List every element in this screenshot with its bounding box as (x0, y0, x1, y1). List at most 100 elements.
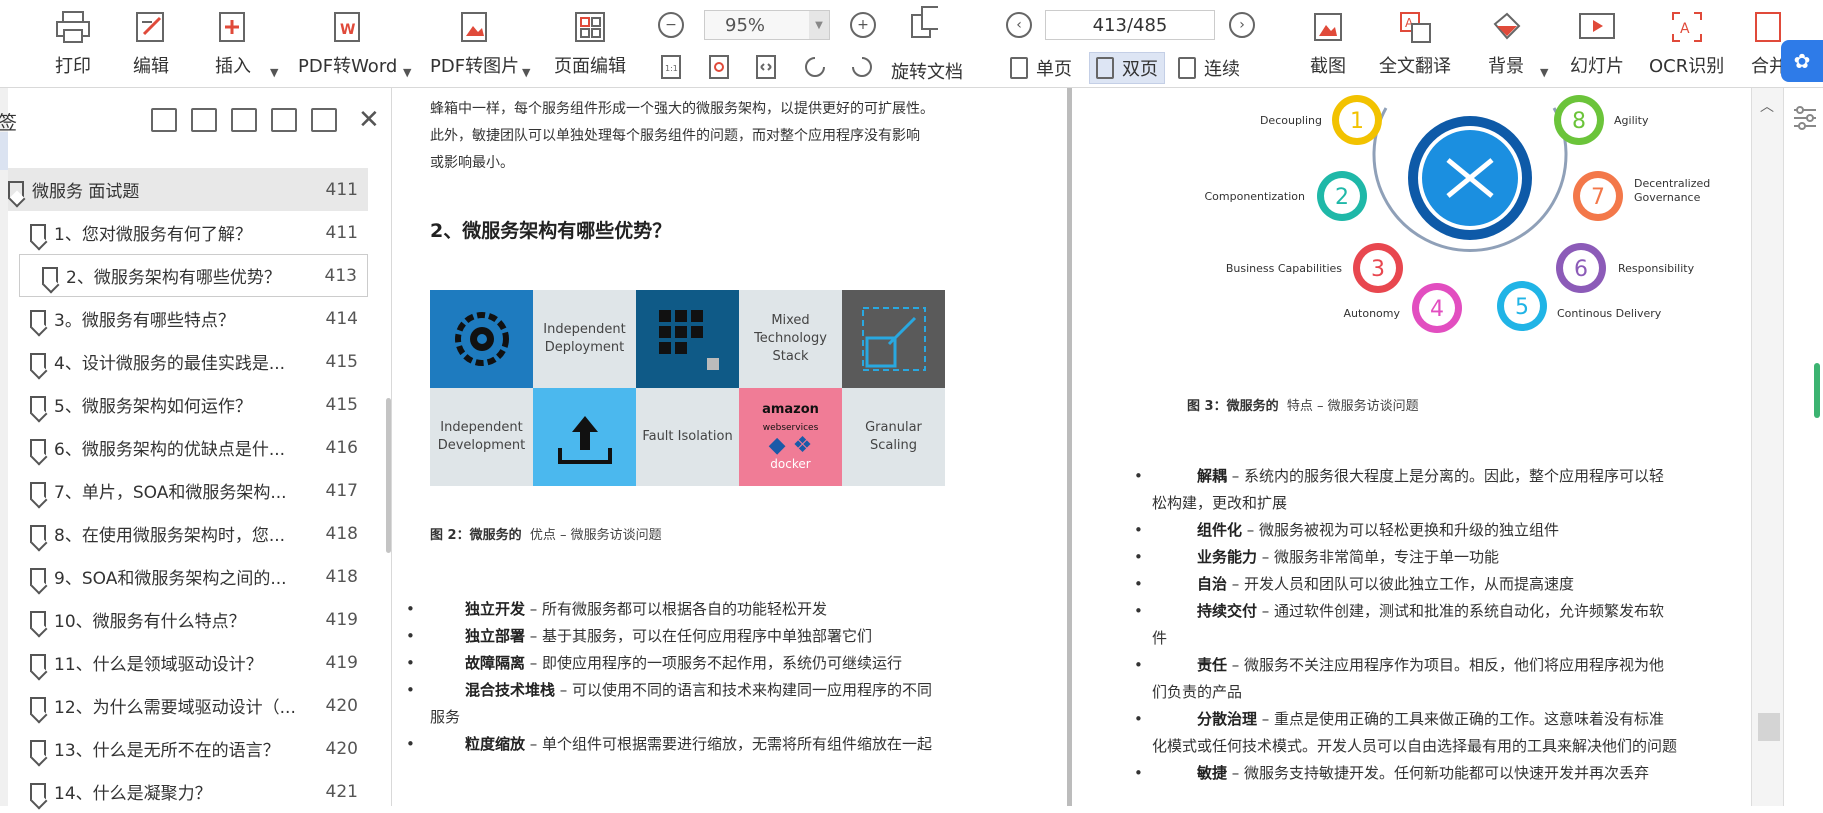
close-icon[interactable]: ✕ (358, 105, 380, 135)
pdf-to-image-button[interactable]: PDF转图片 (430, 8, 519, 78)
delete-icon[interactable] (311, 108, 337, 132)
rotate-doc-icon[interactable] (910, 6, 938, 38)
characteristic-label: Responsibility (1618, 262, 1695, 275)
bookmark-item[interactable]: 6、微服务架构的优缺点是什... 416 (8, 426, 368, 469)
docker-logo: docker (770, 457, 811, 471)
full-translate-button[interactable]: A 全文翻译 (1379, 8, 1451, 78)
single-page-button[interactable]: 单页 (1004, 52, 1078, 84)
characteristic-label: Continous Delivery (1557, 307, 1662, 320)
bookmark-panel-tab[interactable] (0, 132, 8, 170)
bookmark-item-selected[interactable]: 2、微服务架构有哪些优势？ 413 (19, 254, 368, 297)
page-grid-icon (571, 8, 609, 46)
bookmark-icon (30, 739, 46, 758)
toolbar: 打印 编辑 插入 ▼ W PDF转Word ▼ PDF转图片 ▼ 页面编辑 − … (0, 0, 1823, 88)
insert-dropdown-icon[interactable]: ▼ (270, 66, 278, 79)
characteristic-label: Business Capabilities (1226, 262, 1342, 275)
bookmark-icon (30, 438, 46, 457)
bookmark-item[interactable]: 9、SOA和微服务架构之间的... 418 (8, 555, 368, 598)
bookmark-page: 420 (325, 738, 358, 759)
remove-bookmark-icon[interactable] (271, 108, 297, 132)
advantages-figure: Independent Deployment Mixed Technology … (430, 290, 950, 486)
prev-page-icon[interactable]: ‹ (1006, 12, 1032, 38)
pdf-to-image-dropdown-icon[interactable]: ▼ (522, 66, 530, 79)
bullet-dot: • (1134, 467, 1143, 485)
list-item: • 业务能力 – 微服务非常简单，专注于单一功能 (1134, 544, 1712, 571)
next-page-icon[interactable]: › (1229, 12, 1255, 38)
fit-page-icon[interactable] (705, 53, 733, 81)
bookmark-item[interactable]: 微服务 面试题 411 (8, 168, 368, 211)
upload-icon (533, 388, 636, 486)
bookmark-item[interactable]: 13、什么是无所不在的语言？ 420 (8, 727, 368, 770)
bookmark-item[interactable]: 7、单片，SOA和微服务架构... 417 (8, 469, 368, 512)
bookmark-item[interactable]: 11、什么是领域驱动设计？ 419 (8, 641, 368, 684)
intro-line: 此外，敏捷团队可以单独处理每个服务组件的问题，而对整个应用程序没有影响 (430, 128, 920, 144)
bookmark-item[interactable]: 12、为什么需要域驱动设计（... 420 (8, 684, 368, 727)
grid-blocks-icon (636, 290, 739, 388)
bullet-desc: – 即使应用程序的一项服务不起作用，系统仍可继续运行 (525, 654, 903, 672)
single-page-icon (1010, 57, 1028, 79)
page-input[interactable]: 413/485 (1045, 10, 1215, 40)
bookmark-page: 411 (325, 222, 358, 243)
printer-icon (54, 8, 92, 46)
rotate-doc-label[interactable]: 旋转文档 (891, 58, 963, 84)
collapse-all-icon[interactable] (191, 108, 217, 132)
continuous-button[interactable]: 连续 (1172, 52, 1246, 84)
continuous-label: 连续 (1204, 59, 1240, 80)
bullet-term: 分散治理 (1197, 710, 1258, 728)
bookmark-item[interactable]: 5、微服务架构如何运作？ 415 (8, 383, 368, 426)
page-edit-button[interactable]: 页面编辑 (554, 8, 626, 78)
cloud-sync-icon[interactable]: ✿ (1781, 40, 1823, 82)
add-bookmark-icon[interactable] (231, 108, 257, 132)
scroll-up-icon[interactable]: ︿ (1760, 96, 1774, 116)
pdf-to-image-label: PDF转图片 (430, 56, 520, 77)
badge-number: 6 (1574, 257, 1588, 282)
double-page-button[interactable]: 双页 (1089, 52, 1165, 84)
bookmark-icon (30, 524, 46, 543)
bullet-dot: • (406, 627, 415, 645)
zoom-select[interactable]: 95% ▼ (704, 10, 830, 40)
sidebar-scrollbar[interactable] (386, 398, 391, 553)
bookmark-item[interactable]: 1、您对微服务有何了解？ 411 (8, 211, 368, 254)
print-button[interactable]: 打印 (54, 8, 92, 78)
edit-icon (132, 8, 170, 46)
expand-all-icon[interactable] (151, 108, 177, 132)
zoom-in-icon[interactable]: + (850, 12, 876, 38)
double-page-icon (1096, 57, 1114, 79)
settings-sliders-icon[interactable] (1790, 102, 1820, 132)
paint-bucket-icon (1487, 8, 1525, 46)
bookmark-label: 5、微服务架构如何运作？ (54, 397, 252, 417)
rotate-right-icon[interactable] (848, 53, 876, 81)
rotate-left-icon[interactable] (801, 53, 829, 81)
fit-width-icon[interactable] (752, 53, 780, 81)
background-dropdown-icon[interactable]: ▼ (1540, 66, 1548, 79)
bullet-desc: – 微服务支持敏捷开发。任何新功能都可以快速开发并再次丢弃 (1227, 764, 1650, 782)
bookmark-item[interactable]: 3。微服务有哪些特点？ 414 (8, 297, 368, 340)
slideshow-button[interactable]: 幻灯片 (1570, 8, 1624, 78)
chevron-down-icon[interactable]: ▼ (809, 11, 829, 39)
bookmark-item[interactable]: 4、设计微服务的最佳实践是... 415 (8, 340, 368, 383)
continuous-icon (1178, 57, 1196, 79)
actual-size-icon[interactable]: 1:1 (657, 53, 685, 81)
insert-label: 插入 (215, 56, 251, 77)
bookmark-item[interactable]: 14、什么是凝聚力？ 421 (8, 770, 368, 813)
bullet-dot: • (1134, 521, 1143, 539)
characteristic-label: Componentization (1204, 190, 1305, 203)
bullet-continuation: 松构建，更改和扩展 (1152, 494, 1288, 512)
ocr-button[interactable]: A OCR识别 (1649, 8, 1724, 78)
badge-number: 2 (1335, 185, 1349, 210)
background-button[interactable]: 背景 (1487, 8, 1525, 78)
pdf-to-word-dropdown-icon[interactable]: ▼ (403, 66, 411, 79)
bookmark-item[interactable]: 8、在使用微服务架构时，您... 418 (8, 512, 368, 555)
bookmark-item[interactable]: 10、微服务有什么特点？ 419 (8, 598, 368, 641)
screenshot-button[interactable]: 截图 (1309, 8, 1347, 78)
pdf-to-word-button[interactable]: W PDF转Word (298, 8, 397, 78)
full-translate-label: 全文翻译 (1379, 56, 1451, 77)
document-scrollbar[interactable]: ︿ (1751, 88, 1783, 806)
page-left: 蜂箱中一样，每个服务组件形成一个强大的微服务架构，以提供更好的可扩展性。 此外，… (392, 88, 1067, 806)
edit-button[interactable]: 编辑 (132, 8, 170, 78)
bookmark-page: 419 (325, 652, 358, 673)
zoom-out-icon[interactable]: − (658, 12, 684, 38)
scroll-thumb[interactable] (1758, 713, 1780, 741)
bullet-continuation: 服务 (430, 708, 461, 726)
insert-button[interactable]: 插入 (214, 8, 252, 78)
